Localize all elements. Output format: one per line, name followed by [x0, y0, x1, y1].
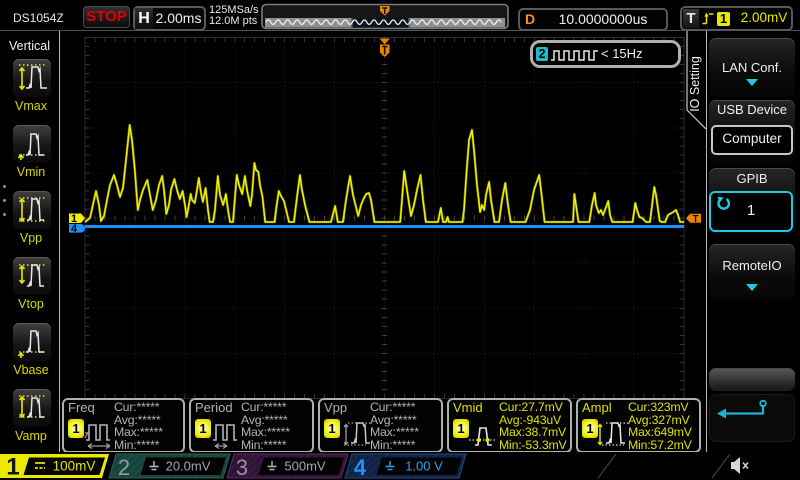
svg-text:3: 3	[236, 455, 248, 480]
svg-text:100mV: 100mV	[53, 459, 96, 474]
svg-text:20.0mV: 20.0mV	[166, 459, 211, 474]
svg-text:2: 2	[118, 455, 130, 480]
svg-text:1: 1	[6, 454, 19, 480]
svg-text:1.00 V: 1.00 V	[405, 459, 443, 474]
svg-text:4: 4	[354, 455, 367, 480]
svg-text:500mV: 500mV	[284, 459, 326, 474]
svg-text:4: 4	[71, 223, 78, 235]
svg-text:T: T	[692, 214, 698, 225]
